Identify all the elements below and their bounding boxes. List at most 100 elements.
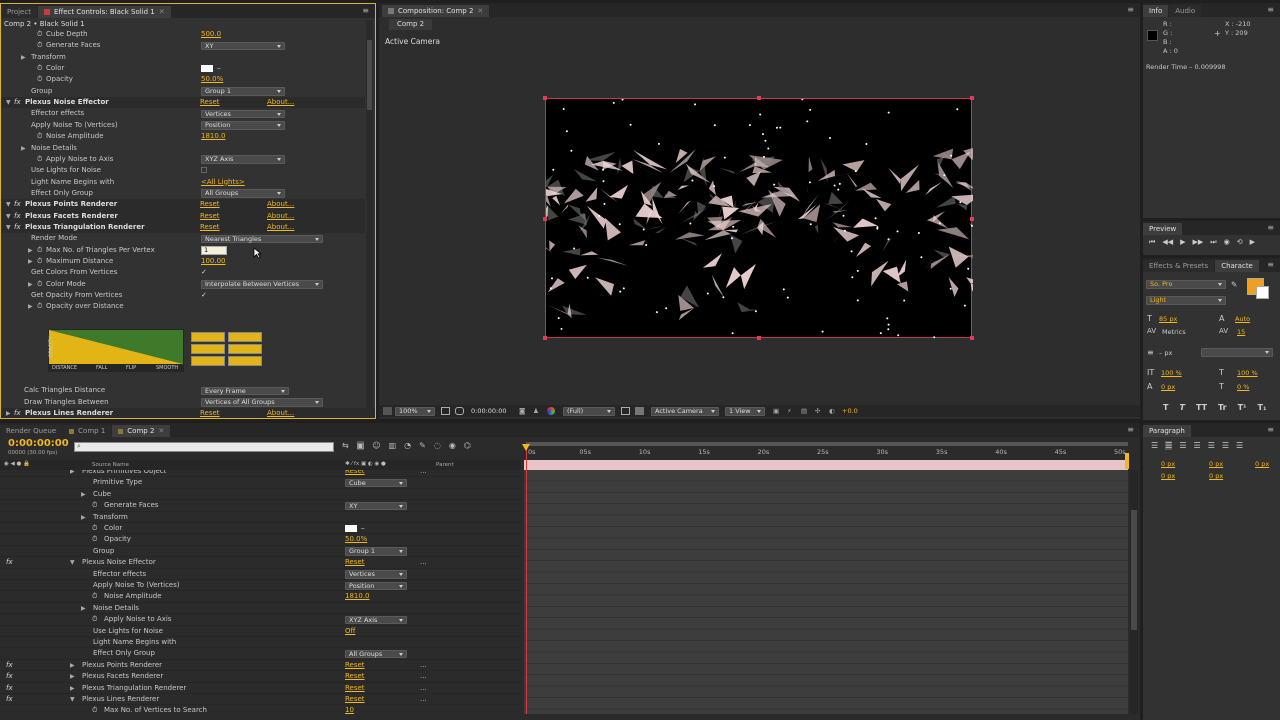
property-value[interactable]: 50.0% (345, 534, 367, 545)
justify-all-icon[interactable]: ☰ (1236, 441, 1243, 450)
panel-menu-icon[interactable]: ≡ (1127, 425, 1134, 434)
stopwatch-icon[interactable]: ⏱ (37, 131, 42, 142)
stopwatch-icon[interactable]: ⏱ (92, 523, 97, 534)
handle-bc[interactable] (757, 336, 761, 340)
close-icon[interactable]: ✕ (158, 425, 164, 437)
font-style-dropdown[interactable]: Light (1146, 296, 1226, 305)
tab-audio[interactable]: Audio (1169, 5, 1202, 17)
preset-flip[interactable] (191, 356, 225, 366)
color-swatch[interactable] (201, 65, 213, 73)
tab-composition[interactable]: Composition: Comp 2 ✕ (382, 5, 490, 17)
panel-menu-icon[interactable]: ≡ (1267, 260, 1274, 269)
twirl-icon[interactable]: ▼ (6, 222, 11, 233)
property-dropdown[interactable]: Group 1 (345, 547, 407, 556)
cti-head[interactable] (522, 444, 530, 451)
timeline-row[interactable]: Group Group 1 (0, 546, 520, 558)
tab-paragraph[interactable]: Paragraph (1143, 425, 1191, 437)
small-caps-button[interactable]: Tr (1218, 403, 1227, 412)
property-value[interactable]: <All Lights> (201, 177, 245, 188)
baseline-value[interactable]: 0 px (1161, 383, 1175, 391)
vscale-value[interactable]: 100 % (1161, 369, 1182, 377)
timeline-row[interactable]: fx ▶ Plexus Facets Renderer Reset... (0, 671, 520, 683)
timeline-row[interactable]: ▶ Noise Details (0, 603, 520, 615)
about-button[interactable]: About... (267, 199, 294, 210)
property-dropdown[interactable]: Group 1 (201, 87, 285, 96)
timeline-row[interactable]: fx ▶ Plexus Triangulation Renderer Reset... (0, 683, 520, 694)
eyedropper-icon[interactable]: ⎯ (217, 63, 221, 74)
reset-button[interactable]: Reset (345, 470, 365, 477)
panel-menu-icon[interactable]: ≡ (1267, 5, 1274, 14)
tab-comp-2[interactable]: Comp 2 ✕ (112, 425, 171, 437)
panel-menu-icon[interactable]: ≡ (362, 6, 369, 15)
ec-scrollbar-thumb[interactable] (367, 40, 372, 110)
property-dropdown[interactable]: XY (345, 501, 407, 511)
stopwatch-icon[interactable]: ⏱ (92, 705, 97, 714)
timeline-row[interactable]: Effect Only Group All Groups (0, 648, 520, 660)
timeline-row[interactable]: Primitive Type Cube (0, 477, 520, 489)
property-dropdown[interactable]: Vertices (201, 109, 285, 119)
indent-first-value[interactable]: 0 px (1255, 460, 1269, 468)
checkbox[interactable]: ✓ (201, 290, 207, 301)
transparency-grid-icon[interactable] (635, 407, 644, 415)
reset-button[interactable]: Reset (200, 211, 220, 222)
tab-render-queue[interactable]: Render Queue (0, 425, 63, 437)
twirl-icon[interactable]: ▼ (6, 97, 11, 108)
reset-button[interactable]: Reset (345, 557, 365, 568)
last-frame-icon[interactable]: ⏭ (1210, 238, 1216, 248)
align-center-icon[interactable]: ☰ (1165, 441, 1173, 450)
twirl-icon[interactable]: ▼ (70, 694, 75, 705)
opacity-distance-graph[interactable]: OPACITY DISTANCE FALL FLIP SMOOTH (48, 329, 184, 372)
snapshot-icon[interactable]: ◙ (519, 407, 525, 415)
reset-button[interactable]: Reset (200, 222, 220, 233)
tab-preview[interactable]: Preview (1143, 223, 1183, 235)
exposure-value[interactable]: +0.0 (842, 407, 858, 415)
reset-button[interactable]: Reset (200, 97, 220, 108)
preset-smooth[interactable] (228, 356, 262, 366)
checkbox[interactable]: ✓ (201, 267, 207, 278)
reset-button[interactable]: Reset (200, 199, 220, 210)
twirl-icon[interactable]: ▶ (70, 660, 75, 671)
about-button[interactable]: About... (267, 97, 294, 108)
stroke-width-value[interactable]: – px (1159, 349, 1172, 357)
camera-dropdown[interactable]: Active Camera (651, 407, 719, 416)
property-dropdown[interactable]: XY (201, 41, 285, 51)
handle-br[interactable] (970, 336, 974, 340)
stopwatch-icon[interactable]: ⏱ (37, 63, 42, 74)
stopwatch-icon[interactable]: ⏱ (37, 29, 42, 40)
timeline-row[interactable]: Effector effects Vertices (0, 569, 520, 580)
reset-button[interactable]: Reset (345, 660, 365, 671)
faux-bold-button[interactable]: T (1163, 403, 1168, 412)
timeline-row[interactable]: ⏱ Apply Noise to Axis XYZ Axis (0, 614, 520, 626)
tab-character[interactable]: Characte (1215, 260, 1259, 272)
audio-icon[interactable]: ◉ (1224, 238, 1230, 248)
property-dropdown[interactable]: Position (201, 121, 285, 130)
frame-blend-icon[interactable]: ▥ (389, 441, 397, 450)
fx-icon[interactable]: fx (14, 222, 21, 233)
leading-value[interactable]: Auto (1235, 315, 1250, 323)
faux-italic-button[interactable]: T (1179, 403, 1184, 412)
zoom-dropdown[interactable]: 100% (395, 407, 435, 416)
close-icon[interactable]: ✕ (159, 6, 165, 18)
timeline-scrollbar[interactable] (1130, 470, 1138, 714)
handle-ml[interactable] (543, 217, 547, 221)
reset-button[interactable]: Reset (345, 671, 365, 682)
twirl-icon[interactable]: ▶ (70, 671, 75, 682)
draw-triangles-dropdown[interactable]: Vertices of All Groups (201, 398, 323, 407)
property-value[interactable]: 50.0% (201, 74, 223, 85)
stopwatch-icon[interactable]: ⏱ (37, 154, 42, 165)
property-dropdown[interactable]: Nearest Triangles (201, 234, 323, 244)
brainstorm-icon[interactable]: ✎ (419, 441, 426, 450)
timeline-row[interactable]: ⏱ Noise Amplitude 1810.0 (0, 591, 520, 603)
handle-mr[interactable] (970, 217, 974, 221)
speech-icon[interactable]: ⌬ (464, 441, 471, 450)
fx-icon[interactable]: fx (6, 660, 13, 671)
timeline-row[interactable]: ⏱ Generate Faces XY (0, 500, 520, 512)
timeline-row[interactable]: Apply Noise To (Vertices) Position (0, 580, 520, 592)
graph-editor-icon[interactable]: ◉ (449, 441, 456, 450)
toggle-pixel-icon[interactable]: ▣ (773, 407, 779, 415)
auto-keyframe-icon[interactable]: ◌ (434, 441, 441, 450)
kerning-value[interactable]: Metrics (1162, 328, 1186, 336)
eyedropper-icon[interactable]: ✎ (1231, 280, 1237, 289)
channel-icon[interactable] (547, 407, 555, 415)
timeline-icon[interactable]: ▤ (801, 407, 807, 415)
